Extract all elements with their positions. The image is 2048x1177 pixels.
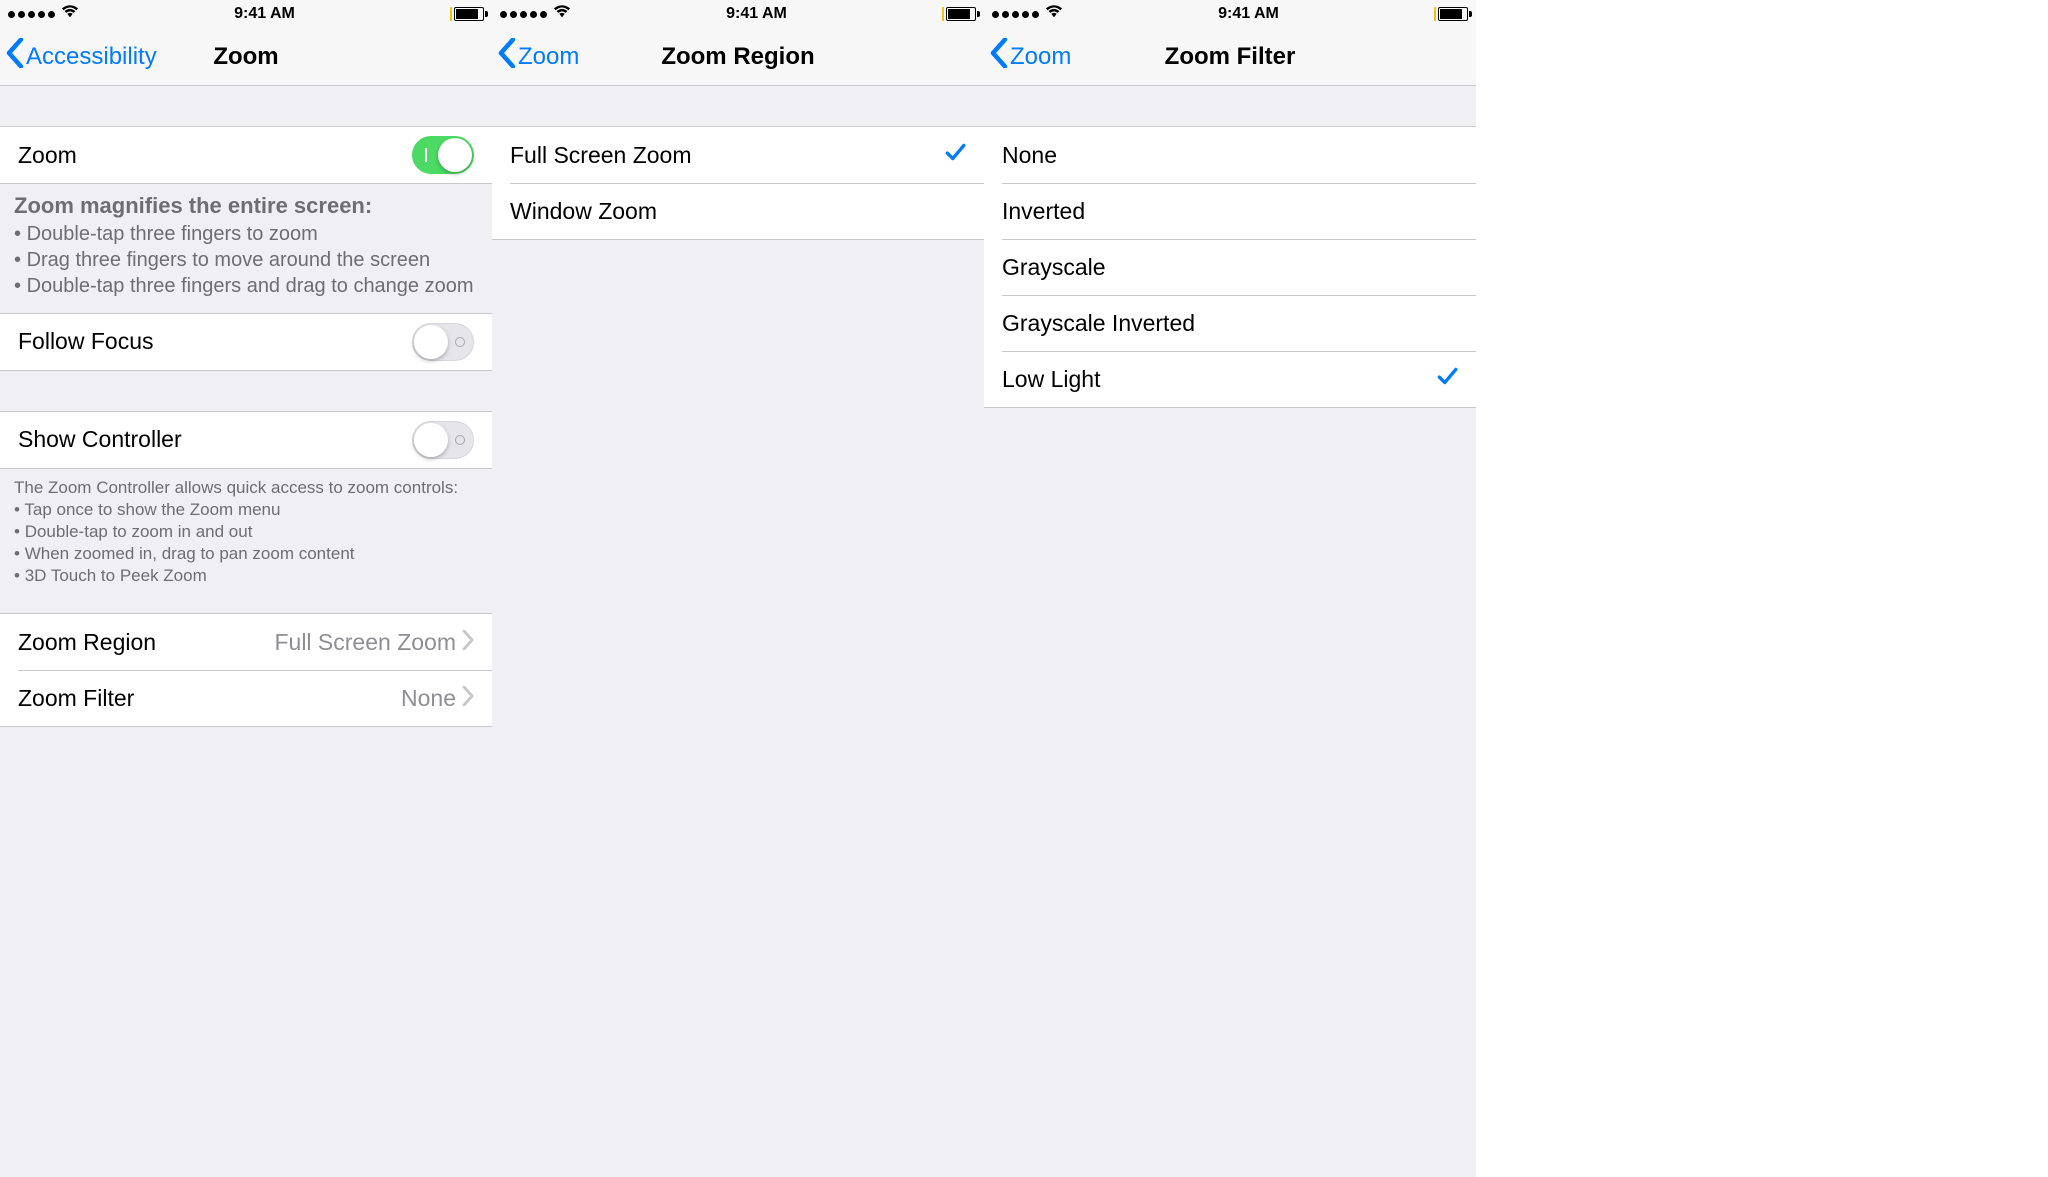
status-bar: 9:41 AM — [492, 0, 984, 28]
chevron-right-icon — [462, 685, 474, 712]
battery-icon — [450, 7, 484, 21]
status-bar: 9:41 AM — [0, 0, 492, 28]
option-label: Grayscale Inverted — [1002, 310, 1458, 337]
option-cell[interactable]: Window Zoom — [492, 183, 984, 239]
battery-icon — [1434, 7, 1468, 21]
back-button[interactable]: Zoom — [492, 38, 579, 75]
nav-bar: Zoom Zoom Region — [492, 28, 984, 86]
follow-focus-switch[interactable] — [412, 323, 474, 361]
zoom-switch[interactable] — [412, 136, 474, 174]
show-controller-switch[interactable] — [412, 421, 474, 459]
back-label: Accessibility — [26, 43, 157, 71]
zoom-region-cell[interactable]: Zoom Region Full Screen Zoom — [0, 614, 492, 670]
follow-focus-cell[interactable]: Follow Focus — [0, 314, 492, 370]
zoom-toggle-cell[interactable]: Zoom — [0, 127, 492, 183]
option-cell[interactable]: Inverted — [984, 183, 1476, 239]
back-label: Zoom — [1010, 43, 1071, 71]
option-cell[interactable]: Grayscale Inverted — [984, 295, 1476, 351]
back-button[interactable]: Accessibility — [0, 38, 157, 75]
nav-bar: Accessibility Zoom — [0, 28, 492, 86]
option-cell[interactable]: None — [984, 127, 1476, 183]
option-label: Full Screen Zoom — [510, 142, 944, 169]
zoom-filter-cell[interactable]: Zoom Filter None — [0, 670, 492, 726]
back-button[interactable]: Zoom — [984, 38, 1071, 75]
back-label: Zoom — [518, 43, 579, 71]
checkmark-icon — [944, 141, 966, 169]
cell-label: Zoom Filter — [18, 685, 401, 712]
wifi-icon — [61, 5, 79, 24]
chevron-left-icon — [990, 38, 1008, 75]
option-label: Inverted — [1002, 198, 1458, 225]
cell-label: Follow Focus — [18, 328, 412, 355]
signal-dots-icon — [8, 11, 55, 18]
screen-zoom-settings: 9:41 AM Accessibility Zoom Zoom Zoom mag… — [0, 0, 492, 1177]
zoom-footer: Zoom magnifies the entire screen: Double… — [0, 184, 492, 313]
option-cell[interactable]: Grayscale — [984, 239, 1476, 295]
show-controller-cell[interactable]: Show Controller — [0, 412, 492, 468]
chevron-left-icon — [498, 38, 516, 75]
chevron-right-icon — [462, 629, 474, 656]
option-label: None — [1002, 142, 1458, 169]
option-label: Window Zoom — [510, 198, 966, 225]
status-time: 9:41 AM — [726, 5, 787, 23]
signal-dots-icon — [500, 11, 547, 18]
option-cell[interactable]: Low Light — [984, 351, 1476, 407]
status-time: 9:41 AM — [1218, 5, 1279, 23]
cell-label: Show Controller — [18, 426, 412, 453]
signal-dots-icon — [992, 11, 1039, 18]
option-cell[interactable]: Full Screen Zoom — [492, 127, 984, 183]
cell-value: Full Screen Zoom — [274, 629, 456, 656]
cell-label: Zoom — [18, 142, 412, 169]
wifi-icon — [1045, 5, 1063, 24]
option-label: Low Light — [1002, 366, 1436, 393]
cell-label: Zoom Region — [18, 629, 274, 656]
nav-bar: Zoom Zoom Filter — [984, 28, 1476, 86]
status-bar: 9:41 AM — [984, 0, 1476, 28]
controller-footer: The Zoom Controller allows quick access … — [0, 469, 492, 601]
status-time: 9:41 AM — [234, 5, 295, 23]
screen-zoom-region: 9:41 AM Zoom Zoom Region Full Screen Zoo… — [492, 0, 984, 1177]
cell-value: None — [401, 685, 456, 712]
chevron-left-icon — [6, 38, 24, 75]
option-label: Grayscale — [1002, 254, 1458, 281]
screen-zoom-filter: 9:41 AM Zoom Zoom Filter None Inverted Gra… — [984, 0, 1476, 1177]
battery-icon — [942, 7, 976, 21]
checkmark-icon — [1436, 365, 1458, 393]
wifi-icon — [553, 5, 571, 24]
